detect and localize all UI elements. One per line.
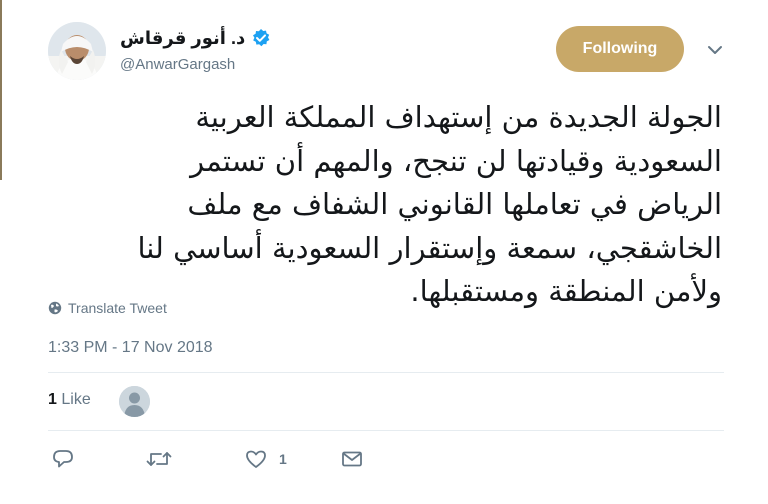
direct-message-button[interactable] bbox=[341, 448, 363, 470]
translate-tweet-label: Translate Tweet bbox=[68, 300, 167, 316]
divider bbox=[48, 430, 724, 431]
envelope-icon bbox=[342, 451, 362, 467]
following-button[interactable]: Following bbox=[556, 26, 684, 72]
retweet-icon bbox=[146, 452, 172, 466]
author-avatar[interactable] bbox=[48, 22, 106, 80]
tweet-text-line: الجولة الجديدة من إستهداف المملكة العربي… bbox=[195, 100, 722, 134]
left-edge-line bbox=[0, 0, 2, 180]
tweet-text-line: السعودية وقيادتها لن تنجح، والمهم أن تست… bbox=[190, 143, 722, 178]
tweet-text: الجولة الجديدة من إستهداف المملكة العربي… bbox=[90, 96, 722, 314]
likes-stat[interactable]: 1 Like bbox=[48, 391, 91, 409]
retweet-button[interactable] bbox=[146, 448, 172, 470]
verified-badge-icon bbox=[251, 28, 271, 48]
tweet-text-line: ولأمن المنطقة ومستقبلها. bbox=[410, 274, 722, 308]
globe-icon bbox=[48, 301, 62, 315]
tweet-timestamp[interactable]: 1:33 PM - 17 Nov 2018 bbox=[48, 339, 213, 357]
default-avatar-icon bbox=[119, 386, 150, 417]
like-count: 1 bbox=[279, 451, 287, 467]
author-name-row: د. أنور قرقاش bbox=[120, 26, 271, 50]
chevron-down-icon[interactable] bbox=[704, 42, 726, 58]
reply-icon bbox=[53, 450, 73, 468]
likes-count: 1 bbox=[48, 391, 57, 408]
likes-label: Like bbox=[61, 391, 91, 408]
reply-button[interactable] bbox=[52, 448, 74, 470]
like-button[interactable]: 1 bbox=[245, 448, 287, 470]
tweet-text-line: الخاشقجي، سمعة وإستقرار السعودية أساسي ل… bbox=[137, 230, 722, 265]
tweet-text-line: الرياض في تعاملها القانوني الشفاف مع ملف bbox=[187, 187, 722, 221]
liker-avatar[interactable] bbox=[119, 386, 150, 417]
heart-icon bbox=[246, 450, 266, 468]
translate-tweet-link[interactable]: Translate Tweet bbox=[48, 300, 167, 316]
profile-photo bbox=[48, 22, 106, 80]
author-handle[interactable]: @AnwarGargash bbox=[120, 56, 235, 73]
author-display-name[interactable]: د. أنور قرقاش bbox=[120, 28, 245, 49]
divider bbox=[48, 372, 724, 373]
